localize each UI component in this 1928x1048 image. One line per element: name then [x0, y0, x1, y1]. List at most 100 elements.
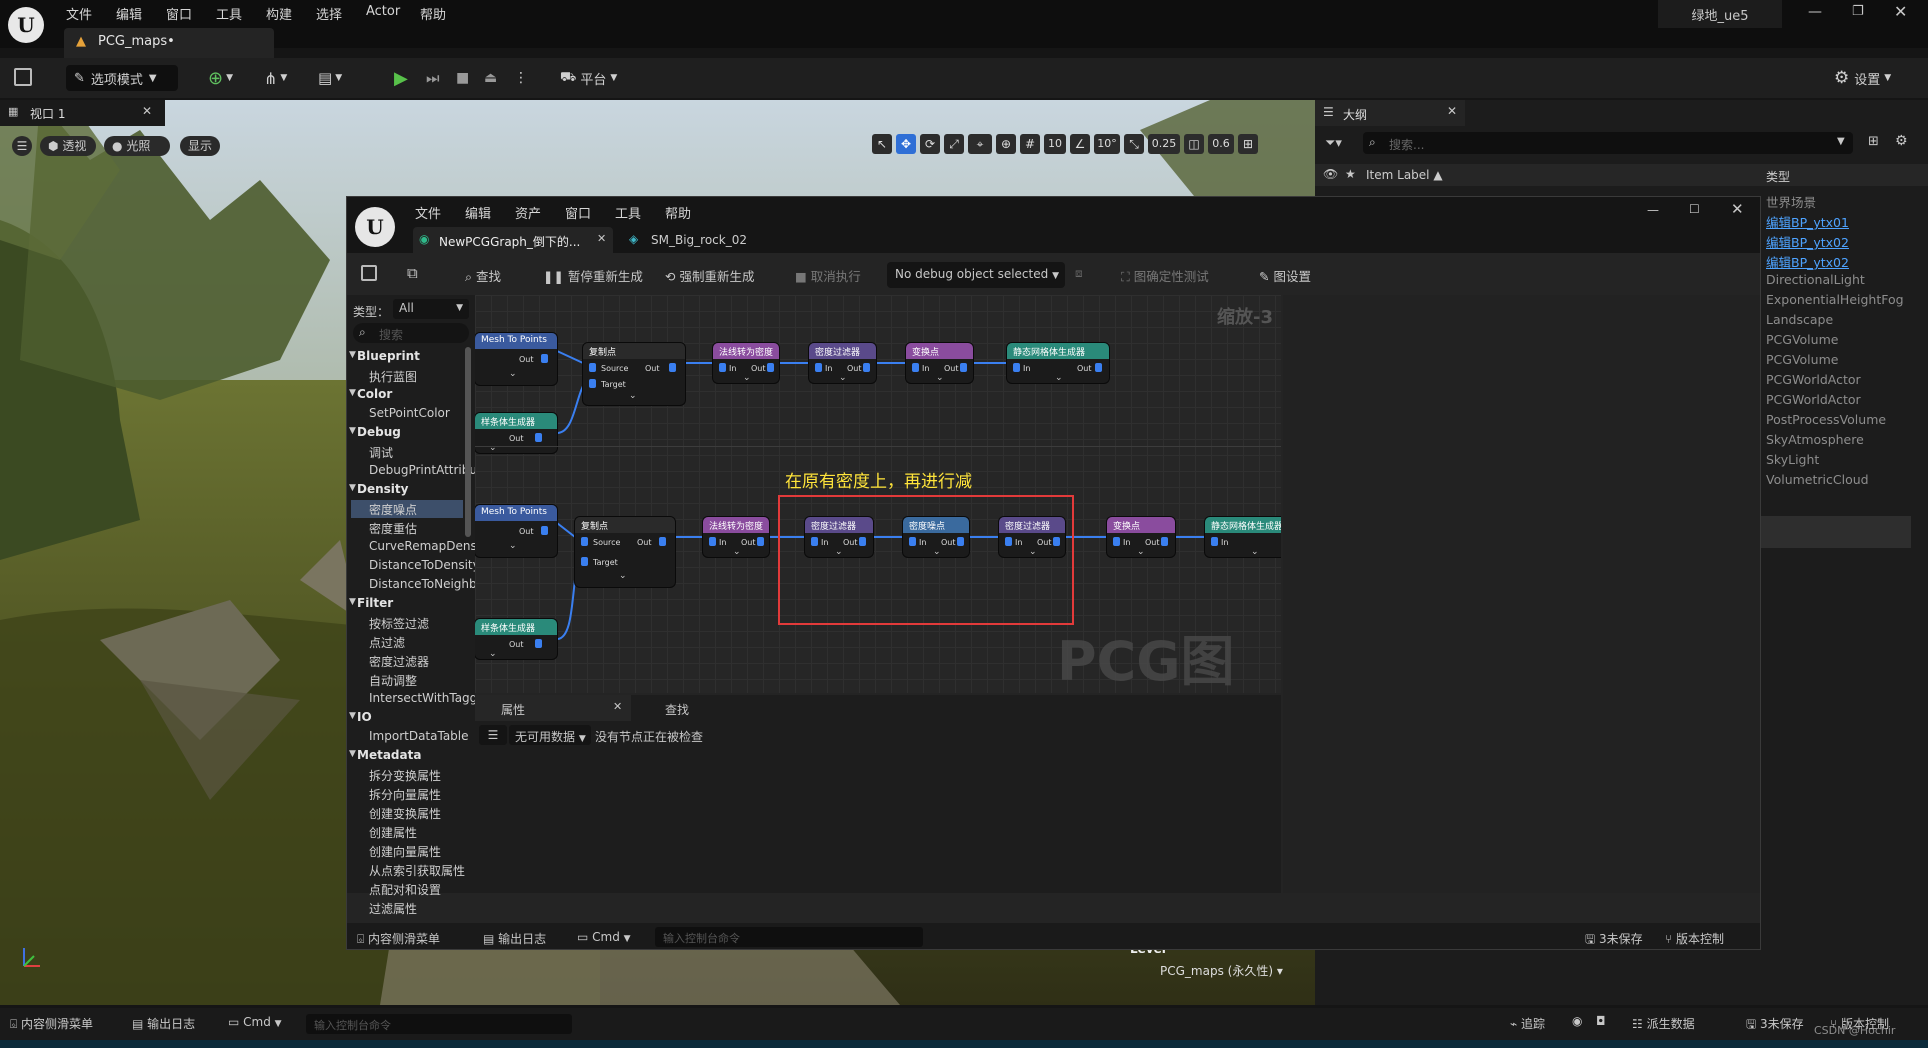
type-filter-dropdown[interactable]: All ▼: [393, 299, 469, 319]
world-local-icon[interactable]: ⊕: [996, 134, 1016, 154]
filter-icon[interactable]: ⏷▾: [1325, 136, 1342, 151]
camera-icon[interactable]: ◘: [1596, 1014, 1606, 1028]
main-menu-item[interactable]: 构建: [266, 4, 292, 23]
console-input[interactable]: 输入控制台命令: [306, 1014, 572, 1034]
camera-speed-icon[interactable]: ◫: [1184, 134, 1204, 154]
rotation-snap-value[interactable]: 10°: [1094, 134, 1120, 154]
tab-pcg-graph[interactable]: ◉ NewPCGGraph_倒下的... ✕: [413, 227, 613, 253]
node-transform[interactable]: 变换点 In Out ⌄: [906, 343, 973, 383]
library-item[interactable]: DistanceToNeighbor: [369, 577, 489, 591]
library-item[interactable]: 创建变换属性: [369, 805, 441, 822]
perspective-button[interactable]: ⬢ 透视: [40, 136, 96, 156]
output-log-button[interactable]: ▤ 输出日志: [132, 1015, 195, 1032]
data-dropdown[interactable]: 无可用数据 ▼: [509, 725, 591, 745]
blueprint-button[interactable]: ⋔ ▼: [264, 65, 287, 91]
main-menu-item[interactable]: 帮助: [420, 4, 446, 23]
debug-icon[interactable]: ⧈: [1075, 266, 1083, 281]
filter-button[interactable]: ☰: [479, 725, 507, 745]
library-item[interactable]: 过滤属性: [369, 900, 417, 917]
in-pin[interactable]: [815, 363, 822, 372]
cmd-dropdown[interactable]: ▭ Cmd ▼: [228, 1015, 282, 1029]
expand-arrow-icon[interactable]: ▼: [349, 711, 356, 721]
source-pin[interactable]: [589, 363, 596, 372]
cancel-exec-button[interactable]: ■ 取消执行: [795, 266, 861, 285]
expand-arrow-icon[interactable]: ▼: [349, 483, 356, 493]
target-pin[interactable]: [589, 379, 596, 388]
browse-icon[interactable]: ⧉: [407, 264, 418, 282]
library-item[interactable]: 密度重估: [369, 520, 417, 537]
library-item[interactable]: 调试: [369, 444, 393, 461]
output-log-button[interactable]: ▤ 输出日志: [483, 930, 546, 947]
find-button[interactable]: ⌕ 查找: [465, 266, 501, 285]
source-control-button[interactable]: ⑂ 版本控制: [1665, 930, 1724, 947]
node-density-filter[interactable]: 密度过滤器 In Out ⌄: [809, 343, 876, 383]
save-icon[interactable]: [361, 265, 377, 281]
close-button[interactable]: ✕: [1894, 2, 1907, 21]
node-static-mesh-spawner-2[interactable]: 静态网格体生成器 In ⌄: [1205, 517, 1281, 557]
console-input[interactable]: 输入控制台命令: [655, 927, 923, 947]
unsaved-button[interactable]: 🖫 3未保存: [1746, 1015, 1804, 1036]
library-item[interactable]: DebugPrintAttribute: [369, 463, 489, 477]
show-button[interactable]: 显示: [180, 136, 220, 156]
main-menu-item[interactable]: 窗口: [166, 4, 192, 23]
node-spline-sampler-2[interactable]: 样条体生成器 Out ⌄: [475, 619, 557, 659]
expand-arrow-icon[interactable]: ▼: [349, 426, 356, 436]
node-mesh-to-points-2[interactable]: Mesh To Points Out ⌄: [475, 505, 557, 557]
step-button[interactable]: ⏭: [426, 65, 440, 91]
out-pin[interactable]: [535, 433, 542, 442]
library-item[interactable]: 拆分向量属性: [369, 786, 441, 803]
library-item[interactable]: 密度过滤器: [369, 653, 429, 670]
force-regen-button[interactable]: ⟲ 强制重新生成: [665, 266, 754, 285]
in-pin[interactable]: [1013, 363, 1020, 372]
tab-static-mesh[interactable]: ◈ SM_Big_rock_02: [623, 227, 783, 253]
select-icon[interactable]: ↖: [872, 134, 892, 154]
node-transform-2[interactable]: 变换点 In Out ⌄: [1107, 517, 1175, 557]
play-button[interactable]: ▶: [394, 65, 408, 91]
type-header[interactable]: 类型: [1766, 168, 1790, 185]
close-icon[interactable]: ✕: [142, 104, 152, 118]
gear-icon[interactable]: ⚙: [1895, 133, 1908, 149]
add-folder-icon[interactable]: ⊞: [1868, 134, 1879, 149]
pcg-menu-item[interactable]: 工具: [615, 203, 641, 222]
main-menu-item[interactable]: 编辑: [116, 4, 142, 23]
graph-settings-button[interactable]: ✎ 图设置: [1259, 266, 1311, 285]
close-icon[interactable]: ✕: [1447, 104, 1457, 118]
eject-button[interactable]: ⏏: [484, 65, 497, 91]
out-pin[interactable]: [960, 363, 967, 372]
in-pin[interactable]: [719, 363, 726, 372]
cmd-dropdown[interactable]: ▭ Cmd ▼: [577, 930, 631, 944]
lighting-button[interactable]: ● 光照: [104, 136, 170, 156]
node-mesh-to-points[interactable]: Mesh To Points Out ⌄: [475, 333, 557, 385]
record-icon[interactable]: ◉: [1572, 1014, 1582, 1028]
scale-icon[interactable]: ⤢: [944, 134, 964, 154]
camera-speed-value[interactable]: 0.6: [1208, 134, 1234, 154]
in-pin[interactable]: [912, 363, 919, 372]
outliner-type-cell[interactable]: 编辑BP_ytx02: [1766, 232, 1849, 251]
out-pin[interactable]: [535, 639, 542, 648]
close-button[interactable]: ✕: [1731, 200, 1744, 218]
content-drawer-button[interactable]: ⌺ 内容侧滑菜单: [357, 930, 440, 947]
expand-arrow-icon[interactable]: ▼: [349, 597, 356, 607]
library-category[interactable]: IO: [357, 710, 372, 724]
unreal-logo[interactable]: U: [355, 207, 395, 247]
out-pin[interactable]: [863, 363, 870, 372]
play-options-button[interactable]: ⋮: [514, 65, 528, 91]
pcg-menu-item[interactable]: 编辑: [465, 203, 491, 222]
library-item[interactable]: CurveRemapDensity: [369, 539, 492, 553]
library-category[interactable]: Metadata: [357, 748, 421, 762]
minimize-button[interactable]: —: [1647, 203, 1659, 217]
out-pin[interactable]: [669, 363, 676, 372]
scale-snap-value[interactable]: 0.25: [1148, 134, 1180, 154]
rotate-icon[interactable]: ⟳: [920, 134, 940, 154]
library-item[interactable]: IntersectWithTagge: [369, 691, 485, 705]
expand-arrow-icon[interactable]: ▼: [349, 749, 356, 759]
out-pin[interactable]: [1095, 363, 1102, 372]
main-menu-item[interactable]: 工具: [216, 4, 242, 23]
outliner-search[interactable]: ⌕ 搜索... ▼: [1363, 132, 1853, 154]
unsaved-button[interactable]: 🖫 3未保存: [1585, 930, 1643, 949]
outliner-type-cell[interactable]: 编辑BP_ytx01: [1766, 212, 1849, 231]
viewport-menu-button[interactable]: ☰: [12, 136, 32, 156]
node-copy-points-2[interactable]: 复制点 Source Out Target ⌄: [575, 517, 675, 587]
in-pin[interactable]: [1211, 537, 1218, 546]
minimize-button[interactable]: —: [1808, 4, 1822, 20]
